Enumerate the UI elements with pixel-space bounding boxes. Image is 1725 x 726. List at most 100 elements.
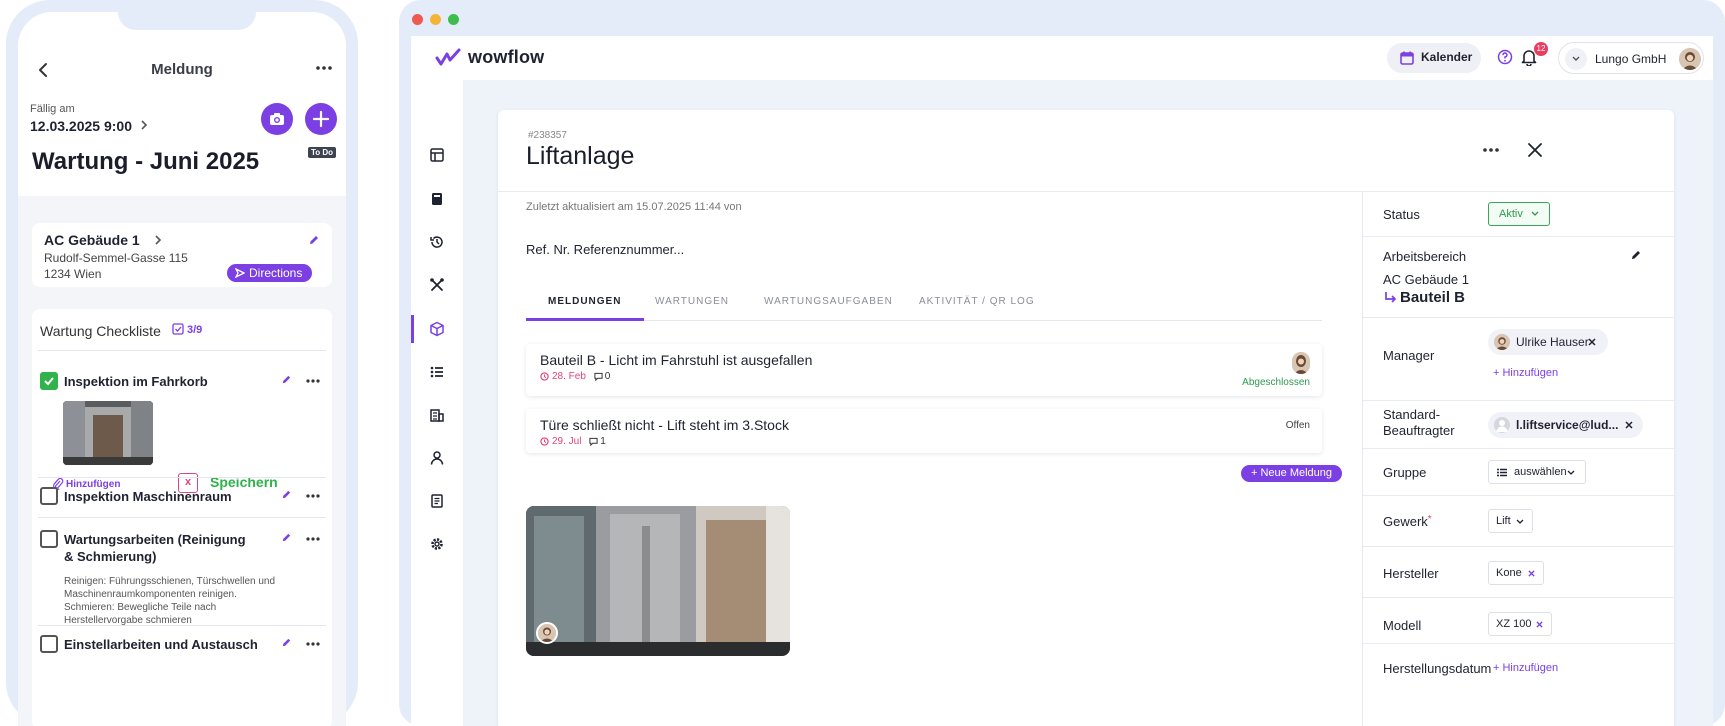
message-title: Türe schließt nicht - Lift steht im 3.St… <box>540 417 789 433</box>
reference-number[interactable]: Ref. Nr. Referenznummer... <box>526 242 684 257</box>
message-comment-count: 1 <box>600 436 606 447</box>
asset-id: #238357 <box>528 130 567 141</box>
trade-dropdown[interactable]: Lift <box>1488 509 1533 533</box>
tab-aktivitaet-qr-log[interactable]: AKTIVITÄT / QR LOG <box>919 296 1035 307</box>
camera-button[interactable] <box>261 103 293 135</box>
checkbox[interactable] <box>40 530 58 548</box>
add-button[interactable] <box>305 103 337 135</box>
active-tab-underline <box>526 318 644 321</box>
area-building: AC Gebäude 1 <box>1383 272 1470 287</box>
more-icon[interactable] <box>1483 148 1499 152</box>
property-label: Herstellungsdatum <box>1383 661 1492 676</box>
sidebar-item-dashboard[interactable] <box>426 144 448 166</box>
sidebar-item-assets[interactable] <box>426 318 448 340</box>
phone-page-title: Wartung - Juni 2025 <box>32 148 260 175</box>
message-card[interactable]: Türe schließt nicht - Lift steht im 3.St… <box>526 409 1322 453</box>
manufacturer-chip[interactable]: Kone <box>1488 561 1544 585</box>
avatar[interactable] <box>1679 48 1701 70</box>
phone-navbar: Meldung <box>18 58 346 82</box>
sidebar <box>411 80 463 726</box>
pencil-icon[interactable] <box>1630 249 1642 261</box>
pencil-icon[interactable] <box>281 532 292 543</box>
more-icon[interactable] <box>306 642 320 646</box>
sidebar-item-list[interactable] <box>426 361 448 383</box>
window-minimize-dot[interactable] <box>430 14 441 25</box>
app-viewport: wowflow Kalender 12 Lungo GmbH #238357 L… <box>411 36 1713 726</box>
sidebar-item-notebook[interactable] <box>426 188 448 210</box>
chevron-right-icon <box>139 119 149 131</box>
checkbox[interactable] <box>40 487 58 505</box>
avatar <box>1494 334 1510 350</box>
phone-mockup: Meldung Fällig am 12.03.2025 9:00 To Do … <box>6 0 358 726</box>
elevator-photo <box>526 506 790 656</box>
pencil-icon[interactable] <box>281 374 292 385</box>
property-row-trade: Gewerk* Lift <box>1363 496 1674 547</box>
divider <box>38 477 326 478</box>
sidebar-item-users[interactable] <box>426 447 448 469</box>
message-date: 29. Jul <box>552 436 582 447</box>
manager-chip[interactable]: Ulrike Hauser <box>1488 329 1608 355</box>
checkbox-checked[interactable] <box>40 372 58 390</box>
window-close-dot[interactable] <box>412 14 423 25</box>
sidebar-item-settings[interactable] <box>426 533 448 555</box>
pencil-icon[interactable] <box>281 637 292 648</box>
message-title: Bauteil B - Licht im Fahrstuhl ist ausge… <box>540 352 813 368</box>
sidebar-item-history[interactable] <box>426 231 448 253</box>
more-icon[interactable] <box>306 537 320 541</box>
phone-header: Meldung Fällig am 12.03.2025 9:00 To Do … <box>18 12 346 196</box>
model-chip[interactable]: XZ 100 <box>1488 612 1552 636</box>
sidebar-item-tools[interactable] <box>426 274 448 296</box>
org-switcher[interactable]: Lungo GmbH <box>1558 42 1704 74</box>
new-message-button[interactable]: + Neue Meldung <box>1241 465 1343 482</box>
more-icon[interactable] <box>316 66 332 70</box>
more-icon[interactable] <box>306 379 320 383</box>
last-updated: Zuletzt aktualisiert am 15.07.2025 11:44… <box>526 201 742 213</box>
asset-photo[interactable] <box>526 506 790 656</box>
tab-wartungen[interactable]: WARTUNGEN <box>655 296 729 307</box>
area-part[interactable]: Bauteil B <box>1400 289 1465 306</box>
tab-meldungen[interactable]: MELDUNGEN <box>548 296 621 307</box>
location-card[interactable]: AC Gebäude 1 Rudolf-Semmel-Gasse 115 123… <box>32 223 332 287</box>
calendar-button[interactable]: Kalender <box>1387 43 1481 73</box>
browser-window: wowflow Kalender 12 Lungo GmbH #238357 L… <box>399 0 1725 726</box>
more-icon[interactable] <box>306 494 320 498</box>
document-icon <box>431 494 443 508</box>
add-manager-link[interactable]: + Hinzufügen <box>1493 367 1558 379</box>
pencil-icon[interactable] <box>308 234 320 246</box>
required-mark: * <box>1427 514 1432 525</box>
property-row-manager: Manager Ulrike Hauser + Hinzufügen <box>1363 318 1674 401</box>
message-meta: 28. Feb 0 <box>540 371 610 382</box>
due-label: Fällig am <box>30 103 75 115</box>
navigate-icon <box>235 268 245 278</box>
tools-icon <box>430 278 444 291</box>
close-icon[interactable] <box>1527 142 1543 158</box>
attachment-thumbnail[interactable] <box>63 401 153 465</box>
brand-name[interactable]: wowflow <box>468 47 544 68</box>
calendar-icon <box>1400 51 1414 65</box>
checklist-icon <box>172 323 184 335</box>
message-comment-count: 0 <box>604 371 611 382</box>
chevron-down-icon <box>1567 470 1575 475</box>
chevron-down-icon <box>1531 211 1539 216</box>
window-maximize-dot[interactable] <box>448 14 459 25</box>
checkbox[interactable] <box>40 635 58 653</box>
dashboard-icon <box>430 148 444 162</box>
directions-button[interactable]: Directions <box>227 264 313 282</box>
sidebar-item-buildings[interactable] <box>426 404 448 426</box>
checklist-count: 3/9 <box>187 324 203 336</box>
group-dropdown[interactable]: auswählen <box>1488 460 1586 484</box>
pencil-icon[interactable] <box>281 489 292 500</box>
add-manufacture-date-link[interactable]: + Hinzufügen <box>1493 662 1558 674</box>
tab-wartungsaufgaben[interactable]: WARTUNGSAUFGABEN <box>764 296 893 307</box>
history-icon <box>430 236 443 248</box>
help-icon[interactable] <box>1497 49 1513 65</box>
message-card[interactable]: Bauteil B - Licht im Fahrstuhl ist ausge… <box>526 344 1322 396</box>
status-value: Aktiv <box>1499 208 1523 220</box>
property-row-manufacturer: Hersteller Kone <box>1363 547 1674 598</box>
status-dropdown[interactable]: Aktiv <box>1488 202 1550 226</box>
wowflow-logo-icon <box>435 48 461 66</box>
camera-icon <box>270 113 284 125</box>
due-date[interactable]: 12.03.2025 9:00 <box>30 118 132 134</box>
sidebar-item-documents[interactable] <box>426 490 448 512</box>
assignee-chip[interactable]: l.liftservice@lud... <box>1488 412 1643 438</box>
